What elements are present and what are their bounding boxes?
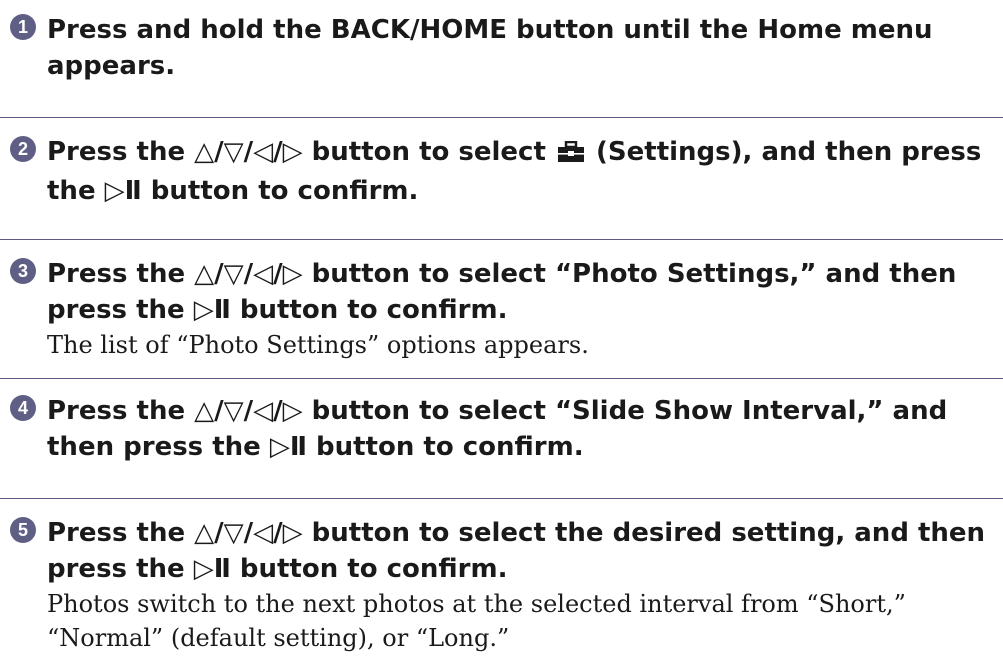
text-segment: Press the: [47, 259, 195, 289]
text-segment: Press the: [47, 518, 195, 548]
step-4-instruction: Press the △/▽/◁/▷ button to select “Slid…: [47, 393, 997, 465]
divider: [0, 239, 1003, 240]
step-number-5: 5: [10, 517, 36, 543]
step-2-instruction: Press the △/▽/◁/▷ button to select (Sett…: [47, 134, 997, 209]
play-pause-symbol: ▷Ⅱ: [193, 554, 231, 584]
navigation-arrows-symbol: △/▽/◁/▷: [194, 137, 303, 167]
text-segment: button to confirm.: [141, 176, 419, 206]
divider: [0, 117, 1003, 118]
step-3-instruction: Press the △/▽/◁/▷ button to select “Phot…: [47, 256, 997, 328]
text-segment: button to confirm.: [230, 295, 508, 325]
step-number-1: 1: [10, 14, 36, 40]
divider: [0, 498, 1003, 499]
play-pause-symbol: ▷Ⅱ: [104, 176, 142, 206]
play-pause-symbol: ▷Ⅱ: [193, 295, 231, 325]
text-segment: Press the: [47, 396, 195, 426]
navigation-arrows-symbol: △/▽/◁/▷: [194, 396, 303, 426]
step-1-instruction: Press and hold the BACK/HOME button unti…: [47, 15, 933, 81]
step-number-3: 3: [10, 258, 36, 284]
step-5-result: Photos switch to the next photos at the …: [47, 590, 906, 652]
text-segment: button to confirm.: [230, 554, 508, 584]
text-segment: button to confirm.: [306, 432, 584, 462]
step-number-4: 4: [10, 395, 36, 421]
step-5-instruction: Press the △/▽/◁/▷ button to select the d…: [47, 515, 997, 587]
toolbox-icon: [557, 137, 585, 173]
text-segment: Press the: [47, 137, 195, 167]
step-number-2: 2: [10, 136, 36, 162]
text-segment: button to select: [302, 137, 555, 167]
divider: [0, 378, 1003, 379]
navigation-arrows-symbol: △/▽/◁/▷: [194, 259, 303, 289]
step-3-result: The list of “Photo Settings” options app…: [47, 331, 589, 359]
play-pause-symbol: ▷Ⅱ: [269, 432, 307, 462]
navigation-arrows-symbol: △/▽/◁/▷: [194, 518, 303, 548]
